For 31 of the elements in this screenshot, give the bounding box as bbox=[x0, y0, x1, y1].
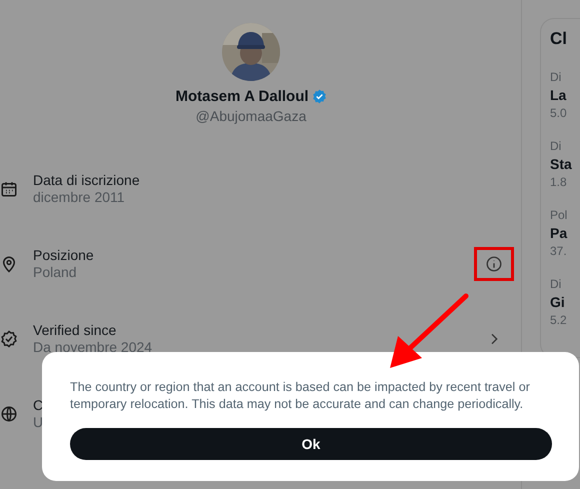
trend-title[interactable]: Pa bbox=[550, 224, 568, 243]
profile-name: Motasem A Dalloul bbox=[175, 88, 309, 105]
calendar-icon bbox=[0, 180, 18, 198]
trend-context: Di bbox=[550, 138, 562, 155]
trend-title[interactable]: Gi bbox=[550, 293, 567, 312]
trend-context: Di bbox=[550, 69, 562, 86]
highlight-box bbox=[474, 247, 514, 281]
location-pin-icon bbox=[0, 255, 18, 273]
trend-context: Di bbox=[550, 276, 562, 293]
trend-count: 1.8 bbox=[550, 174, 568, 191]
card-title: Cl bbox=[550, 29, 567, 49]
trend-context: Pol bbox=[550, 207, 568, 224]
detail-label: C bbox=[33, 397, 44, 414]
trend-count: 37. bbox=[550, 243, 568, 260]
profile-handle: @AbujomaaGaza bbox=[196, 108, 306, 124]
detail-label: Posizione bbox=[33, 247, 94, 264]
trend-title[interactable]: La bbox=[550, 86, 567, 105]
trend-title[interactable]: Sta bbox=[550, 155, 572, 174]
detail-label: Verified since bbox=[33, 322, 116, 339]
dialog-text: The country or region that an account is based can be impacted by recent travel or temporary relocation. This data may not be accurate and can change periodically. bbox=[70, 379, 531, 413]
detail-value: Da novembre 2024 bbox=[33, 339, 152, 356]
detail-label: Data di iscrizione bbox=[33, 172, 140, 189]
info-icon[interactable] bbox=[485, 255, 503, 273]
ok-button[interactable]: Ok bbox=[70, 428, 552, 460]
detail-value: dicembre 2011 bbox=[33, 189, 125, 206]
trend-count: 5.0 bbox=[550, 105, 567, 122]
trend-count: 5.2 bbox=[550, 312, 567, 329]
detail-value: Poland bbox=[33, 264, 77, 281]
globe-icon bbox=[0, 405, 18, 423]
verified-badge-icon bbox=[0, 330, 18, 348]
detail-value: U bbox=[33, 414, 44, 431]
